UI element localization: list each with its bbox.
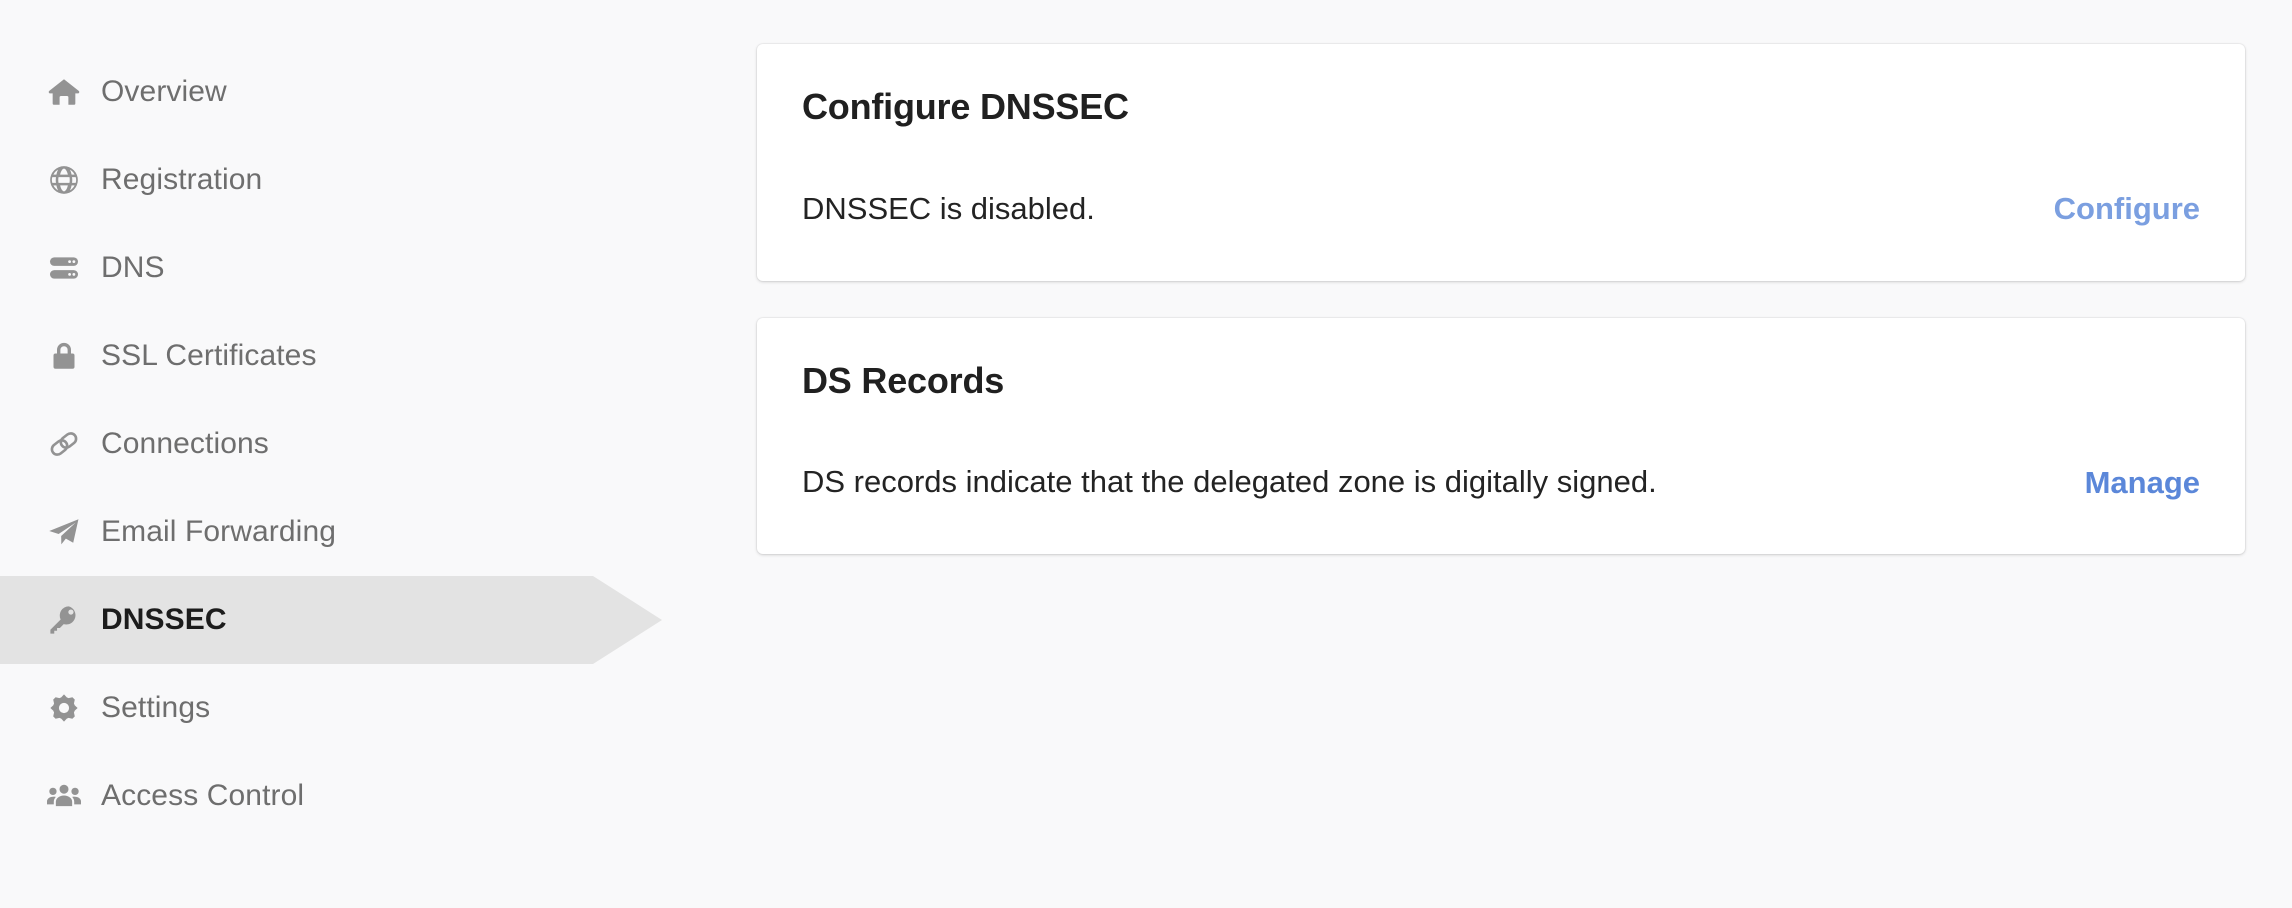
sidebar-item-label: SSL Certificates (101, 339, 317, 372)
key-icon (47, 603, 81, 637)
sidebar-item-ssl-certificates[interactable]: SSL Certificates (0, 312, 757, 400)
card-title: DS Records (802, 359, 1005, 401)
sidebar-item-registration[interactable]: Registration (0, 136, 757, 224)
sidebar-item-connections[interactable]: Connections (0, 400, 757, 488)
lock-icon (47, 339, 81, 373)
home-icon (47, 75, 81, 109)
sidebar-item-label: Overview (101, 75, 227, 108)
active-indicator (0, 576, 662, 664)
gear-icon (47, 691, 81, 725)
link-icon (47, 427, 81, 461)
card-body-row: DNSSEC is disabled. Configure (802, 155, 2200, 281)
users-icon (47, 779, 81, 813)
card-description: DS records indicate that the delegated z… (802, 464, 1657, 500)
configure-link[interactable]: Configure (2054, 191, 2200, 227)
main-content: Configure DNSSEC DNSSEC is disabled. Con… (757, 0, 2292, 555)
sidebar-nav: Overview Registration DNS SSL Certificat… (0, 0, 757, 840)
sidebar-item-label: DNS (101, 251, 165, 284)
paper-plane-icon (47, 515, 81, 549)
manage-link[interactable]: Manage (2085, 465, 2200, 501)
configure-dnssec-card: Configure DNSSEC DNSSEC is disabled. Con… (757, 43, 2245, 281)
ds-records-card: DS Records DS records indicate that the … (757, 317, 2245, 555)
sidebar-item-label: Access Control (101, 779, 305, 812)
globe-icon (47, 163, 81, 197)
card-body-row: DS records indicate that the delegated z… (802, 428, 2200, 554)
dnssec-page: Overview Registration DNS SSL Certificat… (0, 0, 2292, 908)
sidebar-item-overview[interactable]: Overview (0, 48, 757, 136)
sidebar-item-dnssec[interactable]: DNSSEC (0, 576, 757, 664)
sidebar-item-label: Email Forwarding (101, 515, 337, 548)
sidebar-item-access-control[interactable]: Access Control (0, 752, 757, 840)
sidebar-item-settings[interactable]: Settings (0, 664, 757, 752)
sidebar-item-label: Registration (101, 163, 263, 196)
sidebar-item-email-forwarding[interactable]: Email Forwarding (0, 488, 757, 576)
sidebar-item-dns[interactable]: DNS (0, 224, 757, 312)
sidebar-item-label: Connections (101, 427, 269, 460)
sidebar-item-label: Settings (101, 691, 211, 724)
sidebar-item-label: DNSSEC (101, 603, 227, 636)
card-description: DNSSEC is disabled. (802, 190, 1095, 226)
card-title: Configure DNSSEC (802, 85, 1129, 127)
server-icon (47, 251, 81, 285)
